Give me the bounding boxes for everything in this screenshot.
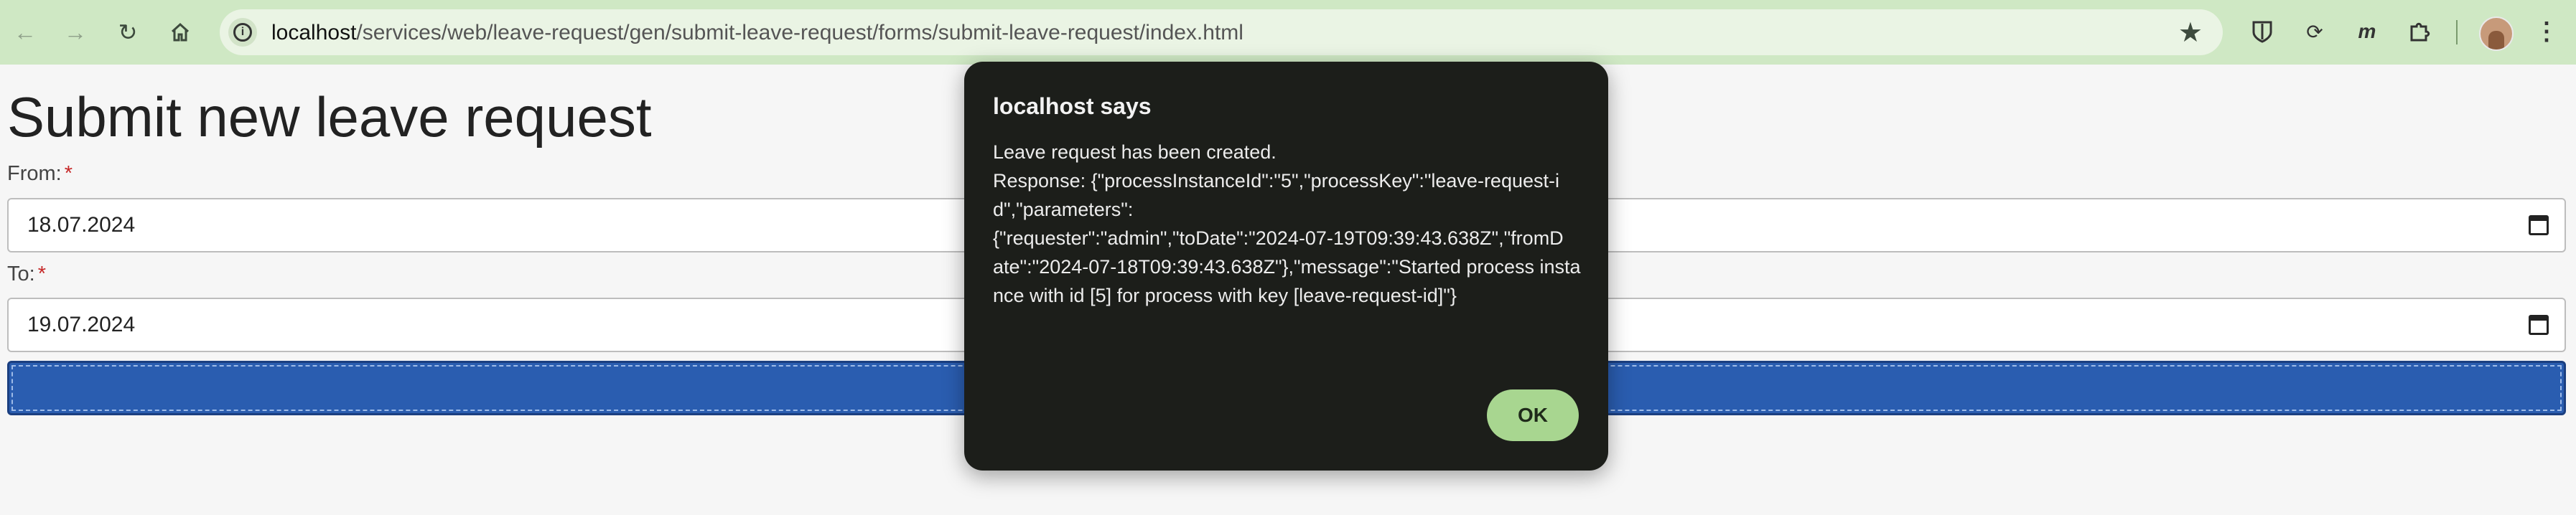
from-label-text: From: [7,162,62,185]
star-icon[interactable]: ★ [2178,16,2203,49]
extension-shield-icon[interactable] [2248,17,2277,46]
page-title: Submit new leave request [7,85,652,148]
required-marker: * [64,162,73,185]
extension-sync-icon[interactable]: ⟳ [2300,17,2329,46]
to-date-value: 19.07.2024 [27,313,136,336]
calendar-icon[interactable] [2529,215,2549,235]
address-bar[interactable]: i localhost/services/web/leave-request/g… [220,9,2223,55]
browser-toolbar: ← → ↻ i localhost/services/web/leave-req… [0,0,2576,65]
forward-button[interactable]: → [59,16,92,49]
back-button[interactable]: ← [9,16,42,49]
reload-icon: ↻ [118,19,138,45]
url-host: localhost [271,21,357,44]
to-label: To: * [7,263,46,286]
dialog-message: Leave request has been created. Response… [993,141,1581,306]
toolbar-divider [2456,20,2458,44]
dialog-title: localhost says [993,93,1152,119]
extensions-puzzle-icon[interactable] [2405,17,2434,46]
menu-kebab-icon[interactable]: ⋮ [2532,17,2561,46]
extension-m-icon[interactable]: m [2353,17,2381,46]
alert-dialog: localhost says Leave request has been cr… [964,62,1608,471]
url-path: /services/web/leave-request/gen/submit-l… [356,21,1243,44]
arrow-right-icon: → [64,19,87,45]
ok-button[interactable]: OK [1487,389,1579,441]
calendar-icon[interactable] [2529,315,2549,335]
avatar[interactable] [2479,16,2514,51]
to-label-text: To: [7,263,35,285]
from-label: From: * [7,162,73,186]
home-icon [171,22,190,42]
reload-button[interactable]: ↻ [111,16,144,49]
arrow-left-icon: ← [14,19,37,45]
required-marker: * [37,263,46,285]
from-date-value: 18.07.2024 [27,213,136,237]
url-text[interactable]: localhost/services/web/leave-request/gen… [271,21,1243,45]
home-button[interactable] [164,16,197,49]
info-icon[interactable]: i [228,18,257,47]
